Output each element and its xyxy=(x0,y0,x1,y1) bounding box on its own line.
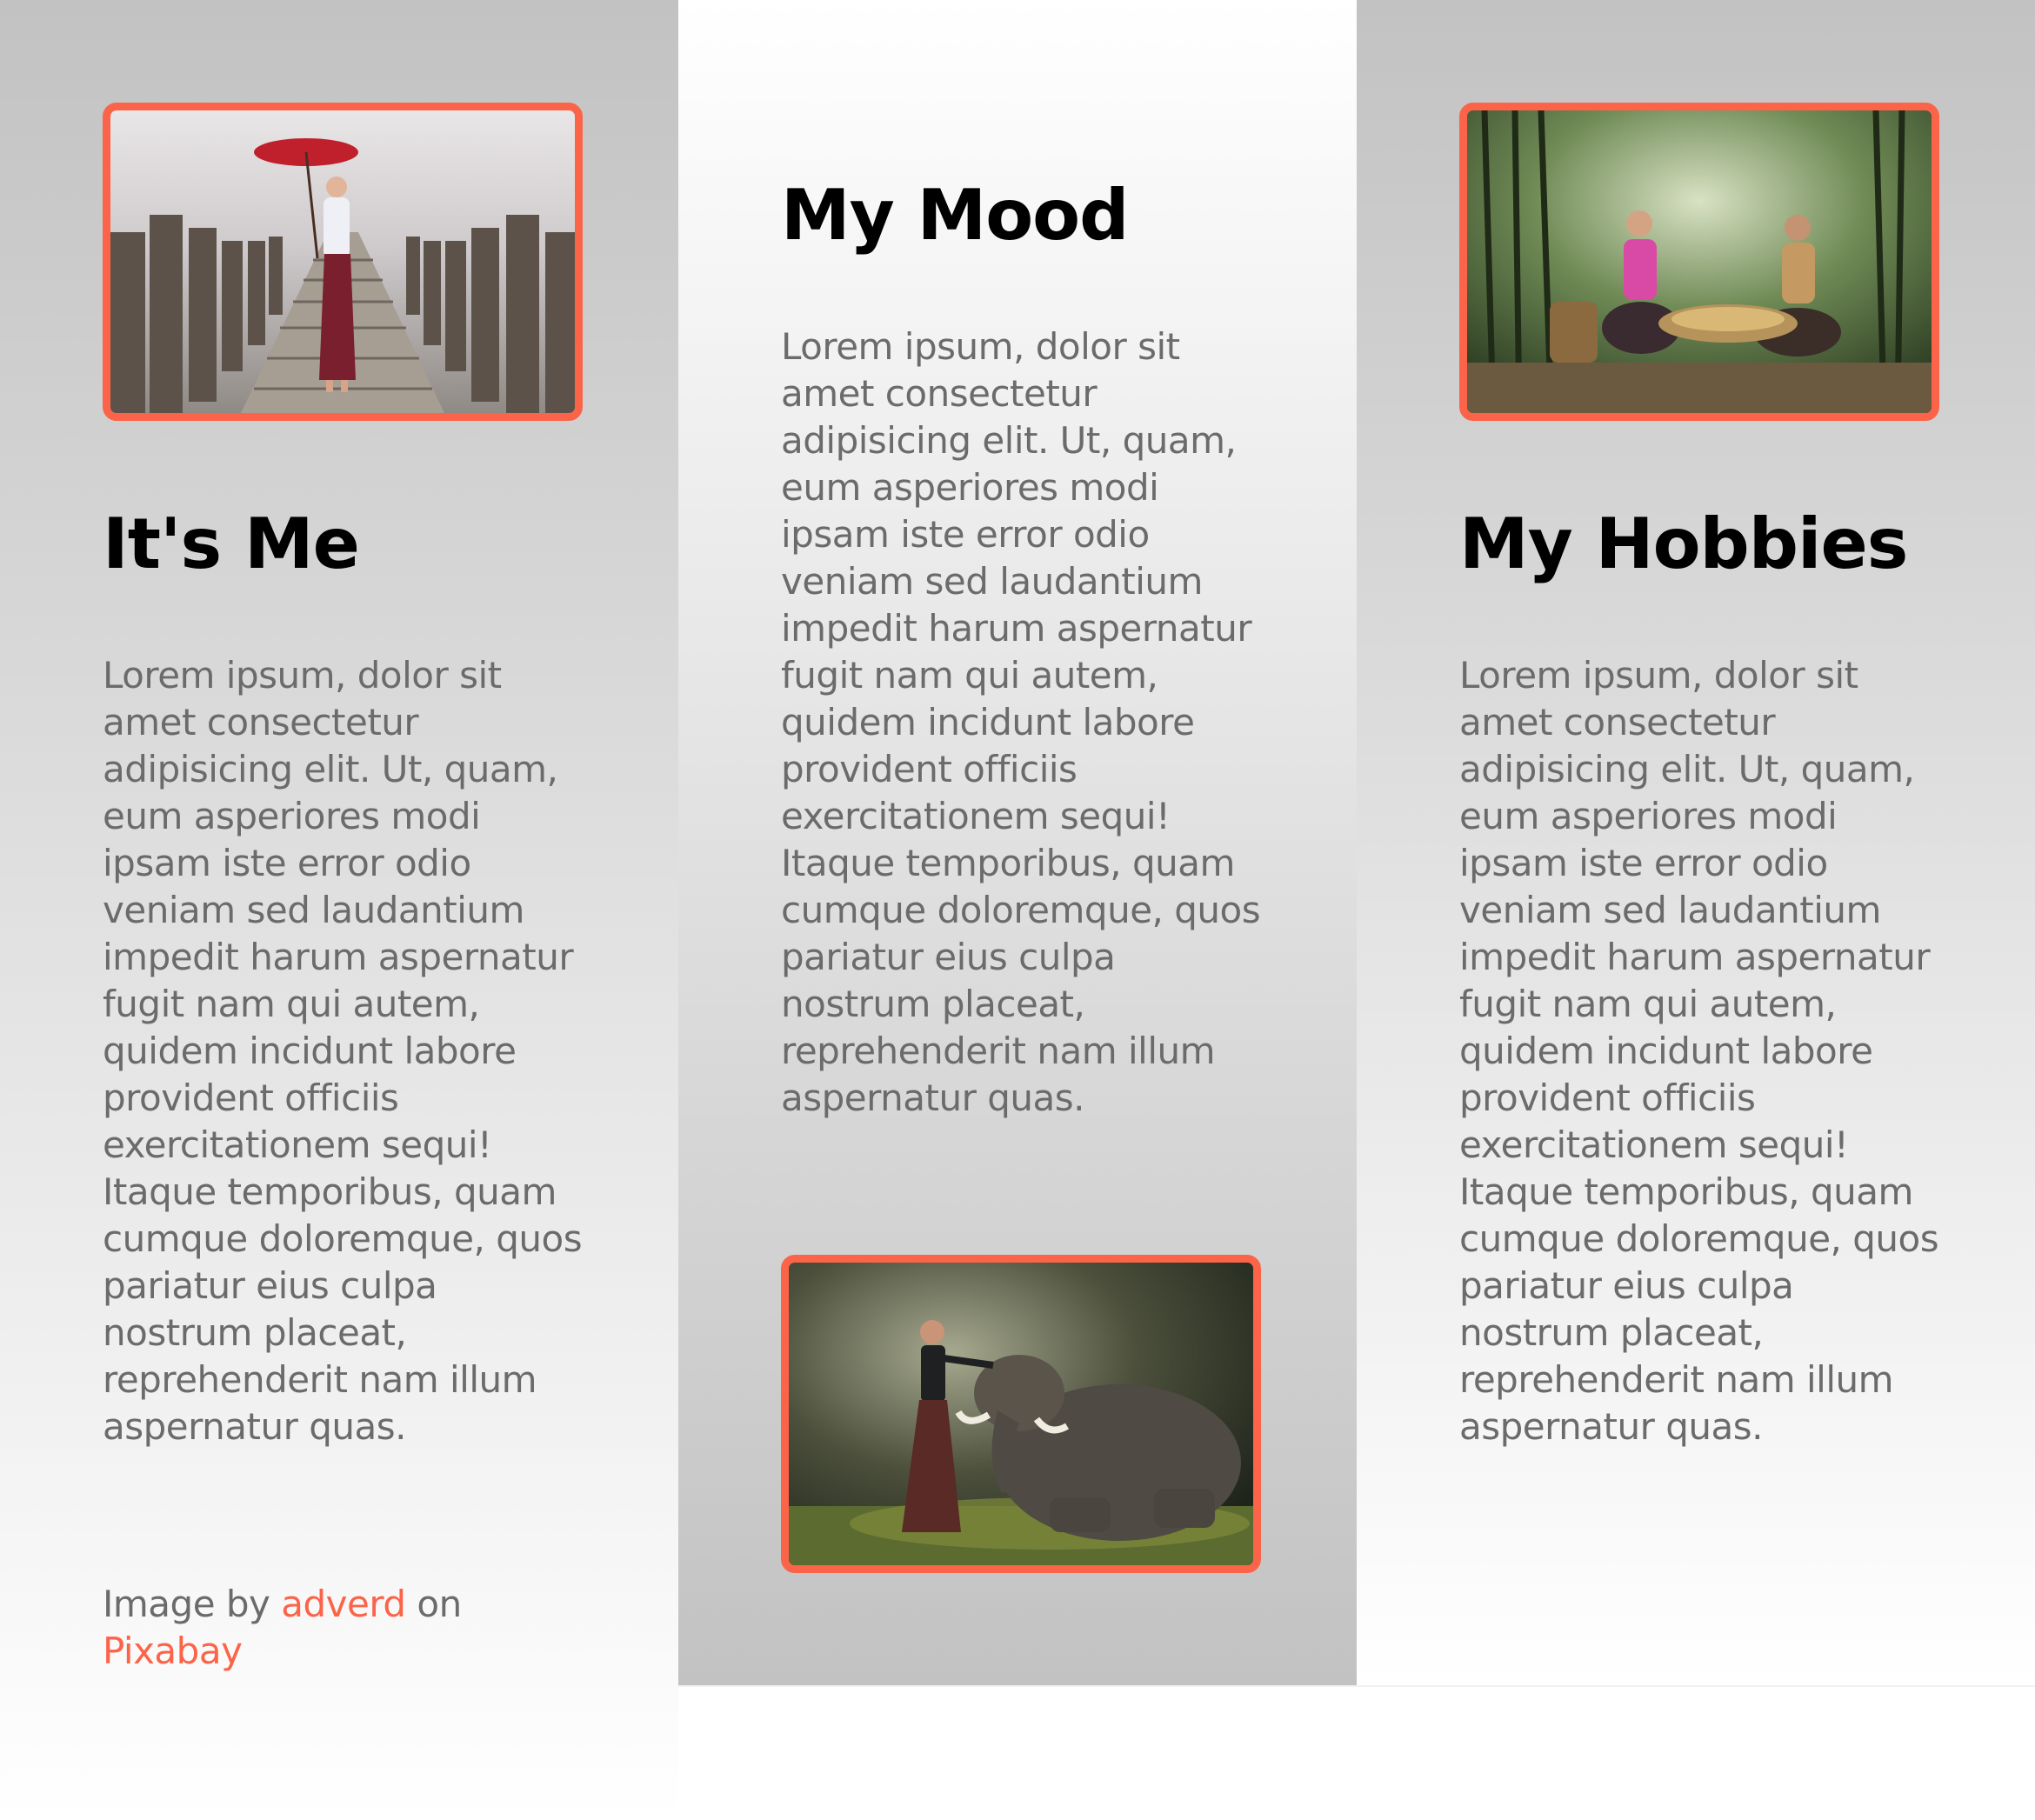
body-text-my-mood: Lorem ipsum, dolor sit amet consectetur … xyxy=(781,325,1261,1119)
column-its-me: It's Me Lorem ipsum, dolor sit amet cons… xyxy=(0,0,678,1820)
women-grain-image-icon xyxy=(1467,110,1932,413)
credit-middle: on xyxy=(417,1583,462,1625)
body-text-my-hobbies: Lorem ipsum, dolor sit amet consectetur … xyxy=(1459,654,1939,1448)
column-my-hobbies: My Hobbies Lorem ipsum, dolor sit amet c… xyxy=(1357,0,2035,1685)
girl-elephant-photo xyxy=(781,1255,1261,1573)
bottom-divider xyxy=(678,1685,2035,1687)
heading-my-hobbies: My Hobbies xyxy=(1459,503,1908,584)
heading-its-me: It's Me xyxy=(103,503,360,584)
column-my-mood: My Mood Lorem ipsum, dolor sit amet cons… xyxy=(678,0,1357,1685)
woman-umbrella-photo xyxy=(103,103,583,421)
girl-elephant-image-icon xyxy=(789,1263,1253,1565)
credit-prefix: Image by xyxy=(103,1583,270,1625)
body-text-its-me: Lorem ipsum, dolor sit amet consectetur … xyxy=(103,654,583,1448)
credit-site-link[interactable]: Pixabay xyxy=(103,1630,243,1672)
woman-umbrella-image-icon xyxy=(110,110,575,413)
heading-my-mood: My Mood xyxy=(781,175,1129,256)
image-credit: Image by adverd on Pixabay xyxy=(103,1581,590,1675)
women-grain-photo xyxy=(1459,103,1939,421)
credit-author-link[interactable]: adverd xyxy=(281,1583,406,1625)
